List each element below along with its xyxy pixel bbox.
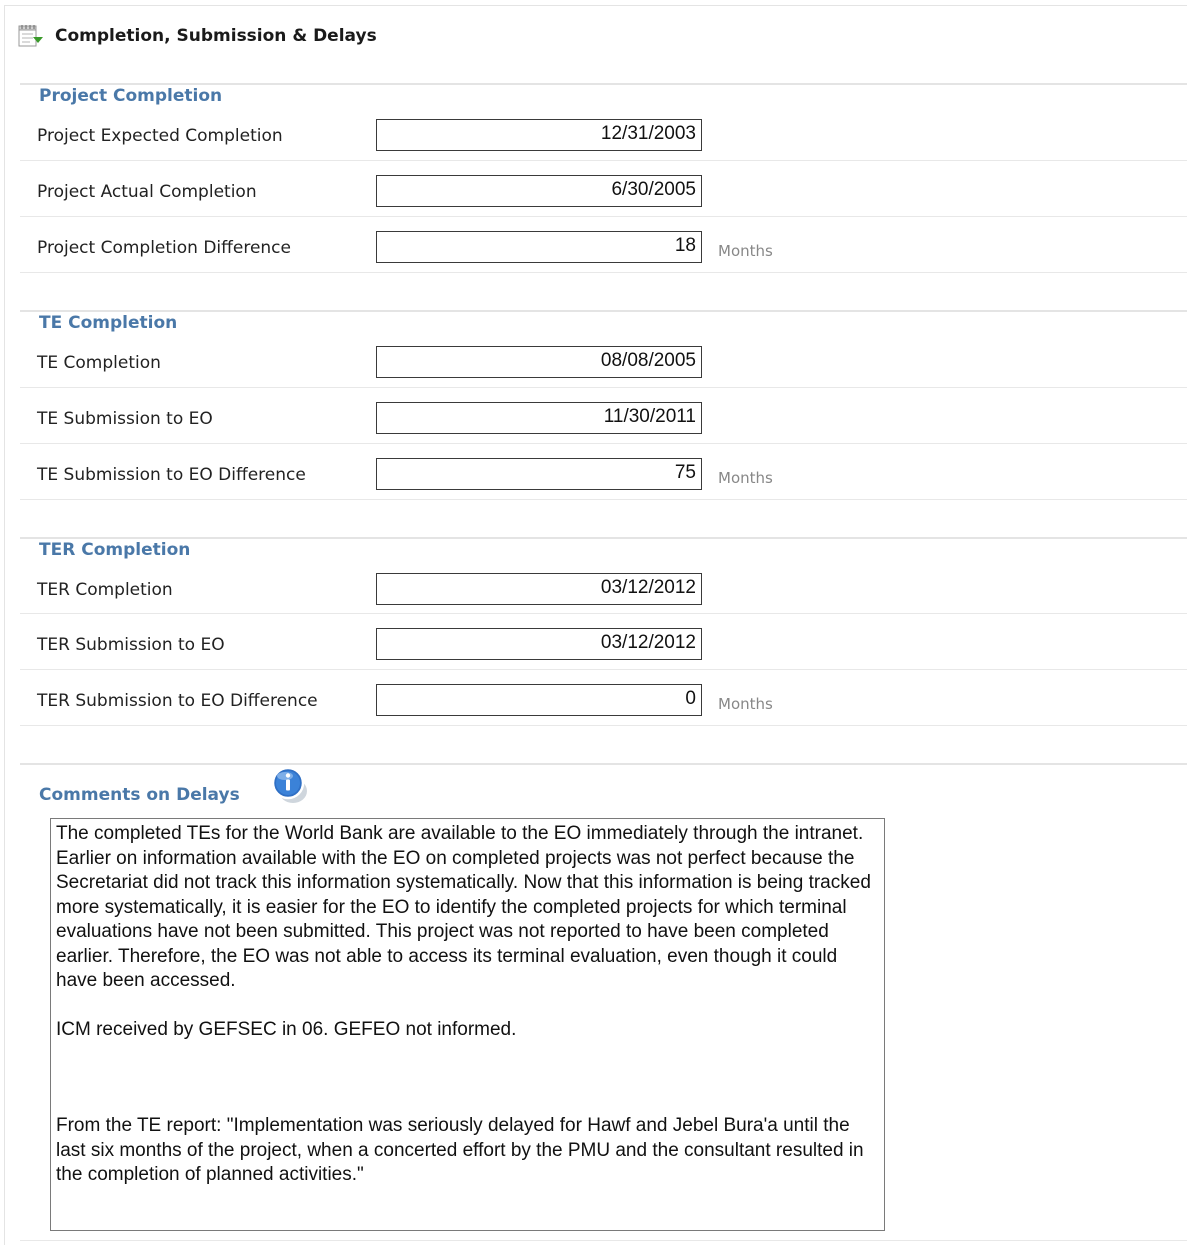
- bottom-divider: [20, 1240, 1187, 1241]
- section-title-project-completion: Project Completion: [39, 86, 223, 106]
- row-divider: [20, 613, 1187, 614]
- unit-months: Months: [718, 695, 773, 713]
- row-divider: [20, 725, 1187, 726]
- field-ter-completion[interactable]: 03/12/2012: [376, 573, 702, 605]
- unit-months: Months: [718, 242, 773, 260]
- row-divider: [20, 272, 1187, 273]
- panel-header: Completion, Submission & Delays: [18, 22, 377, 50]
- label-ter-completion: TER Completion: [37, 580, 173, 600]
- row-divider: [20, 499, 1187, 500]
- field-project-actual-completion[interactable]: 6/30/2005: [376, 175, 702, 207]
- field-te-submission-to-eo-difference[interactable]: 75: [376, 458, 702, 490]
- field-te-submission-to-eo[interactable]: 11/30/2011: [376, 402, 702, 434]
- field-project-expected-completion[interactable]: 12/31/2003: [376, 119, 702, 151]
- label-te-submission-to-eo-difference: TE Submission to EO Difference: [37, 465, 306, 485]
- section-title-te-completion: TE Completion: [39, 313, 178, 333]
- field-ter-submission-to-eo[interactable]: 03/12/2012: [376, 628, 702, 660]
- section-title-ter-completion: TER Completion: [39, 540, 191, 560]
- section-divider: [20, 763, 1187, 765]
- row-divider: [20, 669, 1187, 670]
- row-divider: [20, 216, 1187, 217]
- comment-paragraph: From the TE report: "Implementation was …: [56, 1115, 864, 1185]
- section-divider: [20, 83, 1187, 85]
- comment-paragraph: ICM received by GEFSEC in 06. GEFEO not …: [56, 1018, 517, 1040]
- row-divider: [20, 160, 1187, 161]
- comments-textarea[interactable]: The completed TEs for the World Bank are…: [50, 818, 885, 1231]
- label-te-submission-to-eo: TE Submission to EO: [37, 409, 213, 429]
- field-te-completion[interactable]: 08/08/2005: [376, 346, 702, 378]
- panel-title: Completion, Submission & Delays: [55, 26, 377, 46]
- label-te-completion: TE Completion: [37, 353, 161, 373]
- label-project-expected-completion: Project Expected Completion: [37, 126, 283, 146]
- section-divider: [20, 537, 1187, 539]
- info-icon[interactable]: [266, 766, 310, 806]
- comment-paragraph: The completed TEs for the World Bank are…: [56, 823, 871, 991]
- label-project-actual-completion: Project Actual Completion: [37, 182, 257, 202]
- comments-title: Comments on Delays: [39, 785, 240, 805]
- label-ter-submission-to-eo: TER Submission to EO: [37, 635, 225, 655]
- section-divider: [20, 310, 1187, 312]
- row-divider: [20, 443, 1187, 444]
- label-project-completion-difference: Project Completion Difference: [37, 238, 291, 258]
- comments-title-text: Comments on Delays: [39, 785, 240, 805]
- row-divider: [20, 387, 1187, 388]
- field-ter-submission-to-eo-difference[interactable]: 0: [376, 684, 702, 716]
- label-ter-submission-to-eo-difference: TER Submission to EO Difference: [37, 691, 318, 711]
- unit-months: Months: [718, 469, 773, 487]
- notepad-check-icon: [18, 25, 43, 47]
- field-project-completion-difference[interactable]: 18: [376, 231, 702, 263]
